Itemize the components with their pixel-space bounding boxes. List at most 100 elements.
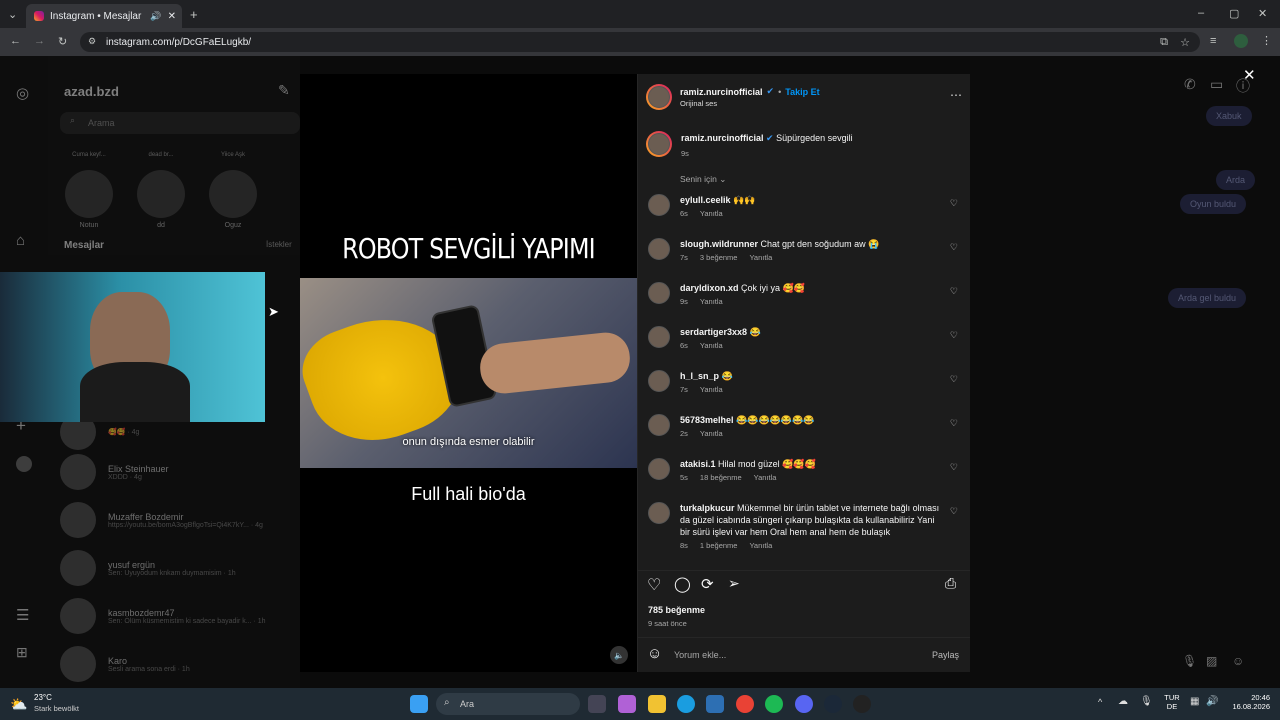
comment-input[interactable]: Yorum ekle... (674, 650, 726, 660)
window-close-icon[interactable]: ✕ (1258, 7, 1267, 20)
weather-icon[interactable]: ⛅ (10, 696, 27, 713)
instagram-logo-icon[interactable]: ◎ (16, 84, 29, 102)
store-icon[interactable] (706, 695, 724, 713)
sticker-icon[interactable]: ☺ (1232, 654, 1244, 668)
mute-icon[interactable]: 🔈 (610, 646, 628, 664)
comment-sort[interactable]: Senin için ⌄ (680, 174, 726, 185)
image-upload-icon[interactable]: ▨ (1206, 654, 1217, 668)
steam-icon[interactable] (824, 695, 842, 713)
voice-message-icon[interactable]: 🎙 (1182, 654, 1197, 668)
note-item[interactable]: Yiice Aşk Oguz (208, 152, 258, 229)
commenter-name[interactable]: h_l_sn_p (680, 371, 719, 381)
video-call-icon[interactable]: ▭ (1210, 76, 1223, 93)
repost-icon[interactable]: ⟳ (701, 575, 714, 593)
like-comment-icon[interactable]: ♡ (950, 198, 958, 209)
tab-audio-icon[interactable]: 🔊 (150, 11, 161, 22)
author-avatar[interactable] (646, 84, 672, 110)
conversation-row[interactable]: yusuf ergün Sen: Uyuyodum knkam duymamisi… (60, 546, 300, 590)
reply-button[interactable]: Yanıtla (700, 385, 723, 394)
commenter-name[interactable]: serdartiger3xx8 (680, 327, 747, 337)
apps-icon[interactable]: ⊞ (16, 644, 28, 661)
start-icon[interactable] (410, 695, 428, 713)
back-icon[interactable]: ← (10, 35, 21, 47)
conversation-row[interactable]: Elix Steinhauer XDDD · 4g (60, 450, 300, 494)
comment-icon[interactable]: ◯ (674, 575, 691, 593)
file-explorer-icon[interactable] (648, 695, 666, 713)
obs-icon[interactable] (853, 695, 871, 713)
commenter-name[interactable]: turkalpkucur (680, 503, 735, 513)
tray-overflow-icon[interactable]: ^ (1098, 697, 1102, 707)
commenter-name[interactable]: atakisi.1 (680, 459, 716, 469)
profile-avatar[interactable] (1234, 34, 1248, 48)
chrome-icon[interactable] (736, 695, 754, 713)
minimize-icon[interactable]: – (1198, 7, 1204, 19)
like-icon[interactable]: ♡ (647, 575, 661, 595)
home-icon[interactable]: ⌂ (16, 232, 25, 249)
note-item[interactable]: Cuma keyf... Notun (64, 152, 114, 229)
browser-tab[interactable]: Instagram • Mesajlar 🔊 ✕ (26, 4, 182, 28)
like-comment-icon[interactable]: ♡ (950, 242, 958, 253)
task-view-icon[interactable] (588, 695, 606, 713)
commenter-name[interactable]: eylull.ceelik (680, 195, 731, 205)
reload-icon[interactable]: ↻ (58, 35, 67, 48)
media-icon[interactable]: ≡ (1210, 35, 1216, 47)
share-icon[interactable]: ➢ (728, 575, 740, 592)
reply-button[interactable]: Yanıtla (700, 209, 723, 218)
caption-author[interactable]: ramiz.nurcinofficial (681, 133, 764, 143)
commenter-avatar[interactable] (648, 326, 670, 348)
phone-call-icon[interactable]: ✆ (1184, 76, 1196, 93)
clock[interactable]: 20:46 16.08.2026 (1226, 693, 1270, 711)
forward-icon[interactable]: → (34, 35, 45, 47)
reply-button[interactable]: Yanıtla (700, 297, 723, 306)
like-comment-icon[interactable]: ♡ (950, 418, 958, 429)
author-name[interactable]: ramiz.nurcinofficial (680, 87, 763, 97)
close-modal-icon[interactable]: ✕ (1243, 66, 1256, 84)
browser-menu-icon[interactable]: ⋮ (1261, 34, 1272, 47)
bookmark-star-icon[interactable]: ☆ (1180, 36, 1190, 49)
install-app-icon[interactable]: ⧉ (1160, 36, 1168, 49)
reply-button[interactable]: Yanıtla (700, 341, 723, 350)
like-comment-icon[interactable]: ♡ (950, 462, 958, 473)
microphone-icon[interactable]: 🎙 (1140, 696, 1153, 707)
commenter-name[interactable]: daryldixon.xd (680, 283, 739, 293)
tab-close-icon[interactable]: ✕ (168, 11, 176, 22)
spotify-icon[interactable] (765, 695, 783, 713)
like-count[interactable]: 785 beğenme (648, 605, 705, 615)
comment-likes[interactable]: 1 beğenme (700, 541, 738, 550)
commenter-avatar[interactable] (648, 194, 670, 216)
discord-icon[interactable] (795, 695, 813, 713)
weather-temp[interactable]: 23°C (34, 693, 52, 702)
onedrive-icon[interactable]: ☁ (1118, 696, 1128, 707)
conversation-row[interactable]: Muzaffer Bozdemir https://youtu.be/bomA3o… (60, 498, 300, 542)
commenter-avatar[interactable] (648, 238, 670, 260)
note-item[interactable]: dead br... dd (136, 152, 186, 229)
taskbar-search[interactable]: Ara (436, 693, 580, 715)
post-comment-button[interactable]: Paylaş (932, 650, 959, 660)
conversation-row[interactable]: kasmbozdemr47 Sen: Ölüm küsmemistim ki sa… (60, 594, 300, 638)
commenter-avatar[interactable] (648, 282, 670, 304)
profile-icon[interactable] (16, 456, 32, 472)
like-comment-icon[interactable]: ♡ (950, 374, 958, 385)
like-comment-icon[interactable]: ♡ (950, 330, 958, 341)
maximize-icon[interactable]: ▢ (1229, 7, 1239, 20)
copilot-icon[interactable] (618, 695, 636, 713)
like-comment-icon[interactable]: ♡ (950, 286, 958, 297)
commenter-avatar[interactable] (648, 370, 670, 392)
comment-likes[interactable]: 18 beğenme (700, 473, 742, 482)
network-icon[interactable]: ▦ (1190, 696, 1199, 707)
audio-label[interactable]: Orijinal ses (680, 99, 717, 108)
like-comment-icon[interactable]: ♡ (950, 506, 958, 517)
language-indicator[interactable]: TUR DE (1164, 693, 1180, 711)
follow-button[interactable]: Takip Et (785, 87, 819, 97)
conversation-row[interactable]: Karo Sesli arama sona erdi · 1h (60, 642, 300, 686)
more-options-icon[interactable]: ⋯ (950, 88, 962, 102)
commenter-name[interactable]: 56783melhel (680, 415, 734, 425)
more-menu-icon[interactable]: ☰ (16, 606, 29, 624)
commenter-avatar[interactable] (648, 458, 670, 480)
reply-button[interactable]: Yanıtla (749, 253, 772, 262)
site-info-icon[interactable]: ⚙ (88, 36, 96, 47)
weather-desc[interactable]: Stark bewölkt (34, 704, 79, 713)
new-message-icon[interactable]: ✎ (278, 82, 290, 99)
reply-button[interactable]: Yanıtla (700, 429, 723, 438)
save-icon[interactable]: ⎙ (945, 575, 956, 592)
